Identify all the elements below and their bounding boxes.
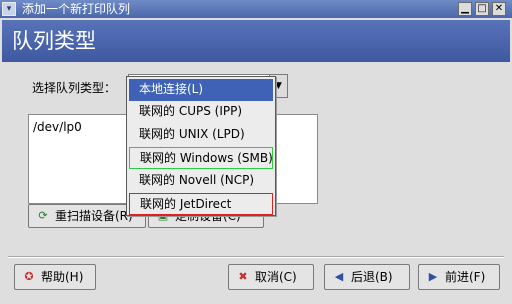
option-windows[interactable]: 联网的 Windows (SMB): [129, 147, 273, 169]
title-bar[interactable]: ▾ 添加一个新打印队列 ▁ □ ✕: [0, 0, 512, 18]
option-novell[interactable]: 联网的 Novell (NCP): [129, 170, 273, 192]
close-icon: ✖: [238, 270, 248, 283]
maximize-icon[interactable]: □: [475, 2, 489, 16]
arrow-left-icon: ◀: [334, 270, 344, 283]
list-item[interactable]: /dev/lp0: [33, 119, 82, 135]
divider: [8, 256, 504, 258]
back-button[interactable]: ◀ 后退(B): [324, 264, 410, 290]
page-title: 队列类型: [12, 29, 96, 53]
help-button[interactable]: ✪ 帮助(H): [14, 264, 96, 290]
option-jetdirect[interactable]: 联网的 JetDirect: [129, 193, 273, 215]
window-menu-icon[interactable]: ▾: [2, 2, 16, 16]
minimize-icon[interactable]: ▁: [458, 2, 472, 16]
queue-type-dropdown[interactable]: 本地连接(L) 联网的 CUPS (IPP) 联网的 UNIX (LPD) 联网…: [126, 76, 276, 216]
page-header: 队列类型: [2, 20, 510, 62]
refresh-icon: ⟳: [38, 209, 48, 222]
forward-button[interactable]: ▶ 前进(F): [418, 264, 500, 290]
cancel-button[interactable]: ✖ 取消(C): [228, 264, 314, 290]
option-cups[interactable]: 联网的 CUPS (IPP): [129, 101, 273, 123]
close-icon[interactable]: ✕: [492, 2, 506, 16]
arrow-right-icon: ▶: [428, 270, 438, 283]
queue-type-label: 选择队列类型：: [32, 81, 117, 95]
option-unix[interactable]: 联网的 UNIX (LPD): [129, 124, 273, 146]
lifebuoy-icon: ✪: [24, 270, 34, 283]
window-title: 添加一个新打印队列: [22, 2, 131, 16]
option-local[interactable]: 本地连接(L): [129, 79, 273, 101]
